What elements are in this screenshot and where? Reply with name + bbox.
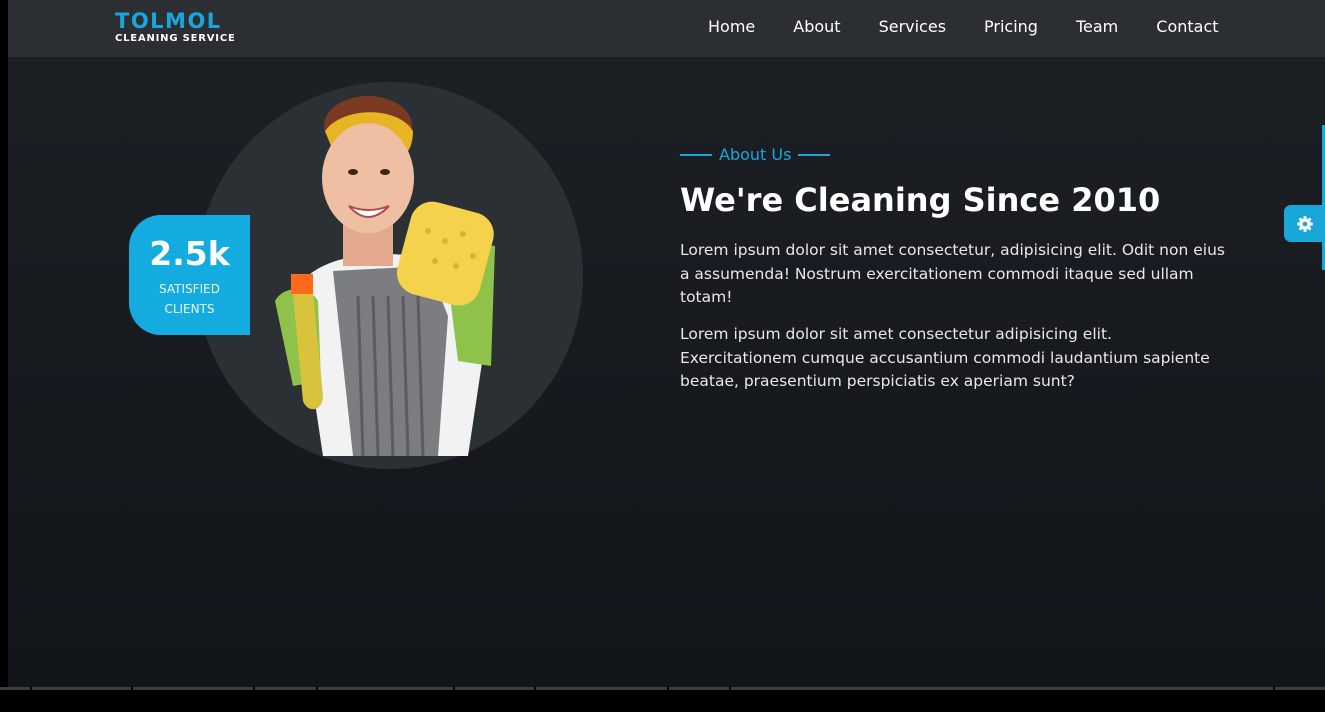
page: TOLMOL CLEANING SERVICE Home About Servi… — [8, 0, 1325, 687]
eyebrow-line-left — [680, 153, 712, 156]
about-paragraph-1: Lorem ipsum dolor sit amet consectetur, … — [680, 241, 1225, 306]
settings-toggle-button[interactable] — [1284, 205, 1325, 242]
eyebrow-text: About Us — [719, 145, 792, 164]
cleaner-photo — [275, 96, 495, 457]
logo-tagline: CLEANING SERVICE — [115, 33, 236, 44]
nav-home[interactable]: Home — [708, 17, 755, 36]
logo-name: TOLMOL — [115, 9, 222, 33]
nav-services[interactable]: Services — [879, 17, 946, 36]
nav-pricing[interactable]: Pricing — [984, 17, 1038, 36]
player-controls-bar — [0, 690, 1325, 712]
badge-label-line2: CLIENTS — [164, 302, 215, 316]
about-paragraph-2: Lorem ipsum dolor sit amet consectetur a… — [680, 325, 1210, 390]
logo[interactable]: TOLMOL CLEANING SERVICE — [115, 10, 236, 44]
satisfied-clients-badge: 2.5k SATISFIED CLIENTS — [129, 215, 250, 335]
section-eyebrow: About Us — [680, 145, 831, 164]
nav-about[interactable]: About — [793, 17, 840, 36]
nav-team[interactable]: Team — [1076, 17, 1118, 36]
navbar: TOLMOL CLEANING SERVICE Home About Servi… — [8, 0, 1325, 57]
badge-label-line1: SATISFIED — [159, 282, 220, 296]
about-heading: We're Cleaning Since 2010 — [680, 181, 1161, 219]
gear-icon — [1296, 215, 1313, 232]
main-nav: Home About Services Pricing Team Contact — [708, 17, 1257, 36]
nav-contact[interactable]: Contact — [1156, 17, 1218, 36]
eyebrow-line-right — [798, 153, 831, 156]
badge-value: 2.5k — [149, 234, 230, 273]
